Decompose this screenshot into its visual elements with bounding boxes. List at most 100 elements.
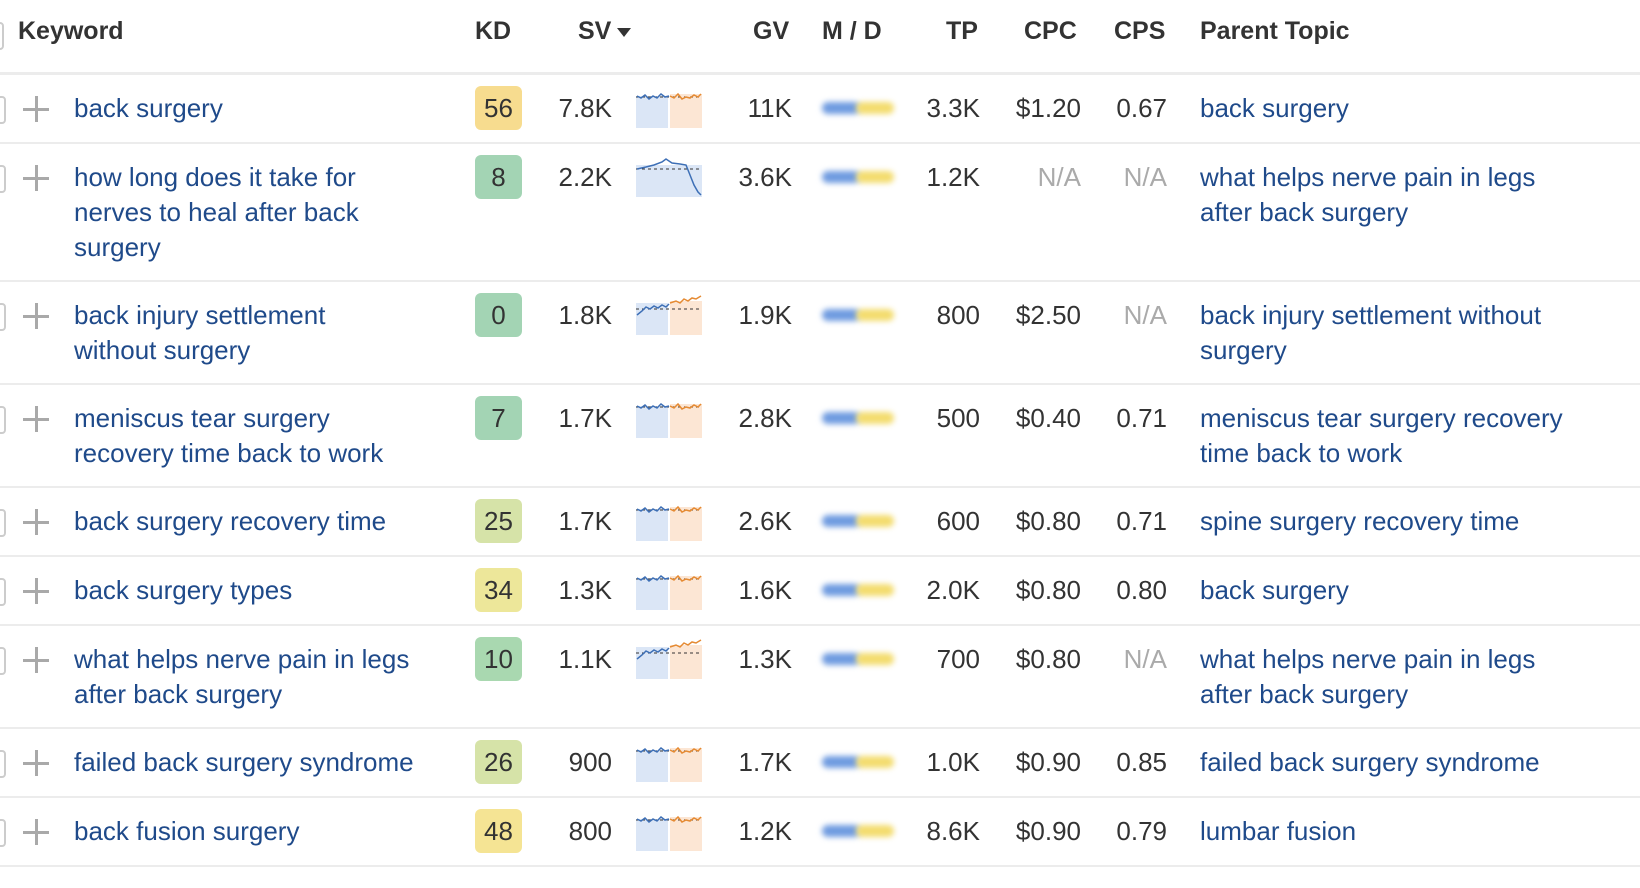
kd-badge: 48	[475, 809, 522, 853]
sparkline-past-area	[636, 750, 668, 782]
table-row: back surgery types 34 1.3K 1.6K 2.0K $0.80 0.8…	[0, 557, 1640, 626]
mobile-desktop-bar	[818, 411, 896, 425]
desktop-share	[856, 171, 894, 183]
header-md[interactable]: M / D	[822, 17, 882, 46]
row-checkbox[interactable]	[0, 303, 6, 331]
parent-topic-line: what helps nerve pain in legs	[1200, 162, 1536, 192]
cpc-value: N/A	[1037, 162, 1081, 192]
row-checkbox[interactable]	[0, 750, 6, 778]
keyword-link[interactable]: what helps nerve pain in legs after back …	[74, 642, 454, 712]
keywords-table: Keyword KD SV GV M / D TP CPC CPS Parent…	[0, 0, 1640, 867]
keyword-link[interactable]: back surgery types	[74, 573, 454, 608]
cps-value: 0.79	[1116, 816, 1167, 846]
table-row: failed back surgery syndrome 26 900 1.7K 1.0…	[0, 729, 1640, 798]
sv-value: 1.3K	[558, 575, 613, 605]
parent-topic-link[interactable]: failed back surgery syndrome	[1200, 745, 1620, 780]
add-keyword-icon[interactable]	[23, 578, 49, 604]
row-checkbox[interactable]	[0, 165, 6, 193]
header-cps[interactable]: CPS	[1114, 17, 1165, 46]
mobile-share	[822, 756, 860, 768]
sort-desc-icon	[617, 27, 632, 37]
header-keyword[interactable]: Keyword	[18, 17, 124, 46]
mobile-share	[822, 515, 860, 527]
table-row: back injury settlement without surgery 0 1.…	[0, 282, 1640, 385]
desktop-share	[856, 309, 894, 321]
parent-topic-link[interactable]: meniscus tear surgery recovery time back …	[1200, 401, 1620, 471]
mobile-share	[822, 309, 860, 321]
parent-topic-link[interactable]: back surgery	[1200, 573, 1620, 608]
cpc-value: $0.90	[1015, 816, 1081, 846]
keyword-link[interactable]: back injury settlement without surgery	[74, 298, 454, 368]
tp-value: 1.2K	[926, 162, 981, 192]
header-tp[interactable]: TP	[946, 17, 978, 46]
parent-topic-link[interactable]: back surgery	[1200, 91, 1620, 126]
table-row: back surgery recovery time 25 1.7K 2.6K 600 $…	[0, 488, 1640, 557]
gv-value: 3.6K	[738, 162, 793, 192]
add-keyword-icon[interactable]	[23, 750, 49, 776]
sv-value: 1.7K	[558, 506, 613, 536]
mobile-share	[822, 653, 860, 665]
keyword-link[interactable]: back fusion surgery	[74, 814, 454, 849]
gv-value: 1.6K	[738, 575, 793, 605]
sv-value: 1.8K	[558, 300, 613, 330]
row-checkbox[interactable]	[0, 406, 6, 434]
sv-value: 1.7K	[558, 403, 613, 433]
add-keyword-icon[interactable]	[23, 406, 49, 432]
kd-badge: 10	[475, 637, 522, 681]
keyword-link[interactable]: back surgery recovery time	[74, 504, 454, 539]
add-keyword-icon[interactable]	[23, 96, 49, 122]
add-keyword-icon[interactable]	[23, 819, 49, 845]
table-row: how long does it take for nerves to heal …	[0, 144, 1640, 282]
parent-topic-link[interactable]: back injury settlement without surgery	[1200, 298, 1620, 368]
sv-trend-sparkline	[636, 815, 702, 851]
parent-topic-line: spine surgery recovery time	[1200, 506, 1520, 536]
sv-value: 1.1K	[558, 644, 613, 674]
parent-topic-link[interactable]: lumbar fusion	[1200, 814, 1620, 849]
parent-topic-line: back surgery	[1200, 93, 1349, 123]
parent-topic-link[interactable]: what helps nerve pain in legs after back …	[1200, 160, 1620, 230]
keyword-link[interactable]: meniscus tear surgery recovery time back …	[74, 401, 454, 471]
row-checkbox[interactable]	[0, 819, 6, 847]
header-gv[interactable]: GV	[753, 17, 789, 46]
kd-badge: 8	[475, 155, 522, 199]
row-checkbox[interactable]	[0, 578, 6, 606]
header-sv[interactable]: SV	[578, 17, 632, 46]
table-row: what helps nerve pain in legs after back …	[0, 626, 1640, 729]
cps-value: N/A	[1123, 300, 1167, 330]
add-keyword-icon[interactable]	[23, 165, 49, 191]
cps-value: 0.85	[1116, 747, 1167, 777]
mobile-desktop-bar	[818, 308, 896, 322]
cps-value: N/A	[1123, 162, 1167, 192]
add-keyword-icon[interactable]	[23, 303, 49, 329]
parent-topic-link[interactable]: what helps nerve pain in legs after back …	[1200, 642, 1620, 712]
mobile-share	[822, 412, 860, 424]
add-keyword-icon[interactable]	[23, 647, 49, 673]
keyword-link[interactable]: how long does it take for nerves to heal …	[74, 160, 454, 265]
header-cpc[interactable]: CPC	[1024, 17, 1077, 46]
keyword-link[interactable]: failed back surgery syndrome	[74, 745, 454, 780]
mobile-desktop-bar	[818, 824, 896, 838]
keyword-line: back surgery	[74, 93, 223, 123]
desktop-share	[856, 653, 894, 665]
kd-badge: 25	[475, 499, 522, 543]
header-kd[interactable]: KD	[475, 17, 511, 46]
keyword-line: back surgery recovery time	[74, 506, 387, 536]
row-checkbox[interactable]	[0, 96, 6, 124]
parent-topic-line: after back surgery	[1200, 197, 1409, 227]
kd-badge: 0	[475, 293, 522, 337]
desktop-share	[856, 584, 894, 596]
keyword-line: back injury settlement	[74, 300, 326, 330]
sparkline-past-area	[636, 509, 668, 541]
add-keyword-icon[interactable]	[23, 509, 49, 535]
sparkline-forecast-area	[670, 817, 702, 851]
cps-value: 0.71	[1116, 506, 1167, 536]
keyword-link[interactable]: back surgery	[74, 91, 454, 126]
mobile-desktop-bar	[818, 583, 896, 597]
row-checkbox[interactable]	[0, 509, 6, 537]
parent-topic-link[interactable]: spine surgery recovery time	[1200, 504, 1620, 539]
header-parent-topic[interactable]: Parent Topic	[1200, 17, 1350, 46]
select-all-checkbox[interactable]	[0, 22, 4, 50]
parent-topic-line: after back surgery	[1200, 679, 1409, 709]
keyword-line: what helps nerve pain in legs	[74, 644, 410, 674]
row-checkbox[interactable]	[0, 647, 6, 675]
